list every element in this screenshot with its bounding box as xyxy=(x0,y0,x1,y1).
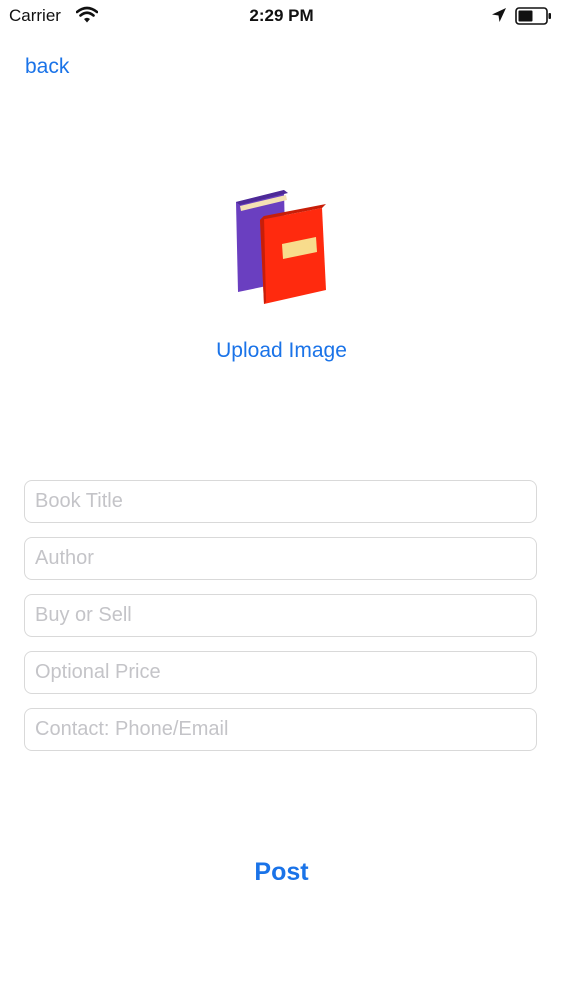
author-field[interactable] xyxy=(24,537,537,580)
price-field[interactable] xyxy=(24,651,537,694)
location-arrow-icon xyxy=(492,8,506,22)
back-button[interactable]: back xyxy=(25,55,69,79)
upload-image-button[interactable]: Upload Image xyxy=(0,339,563,363)
post-button[interactable]: Post xyxy=(0,852,563,892)
buy-or-sell-field[interactable] xyxy=(24,594,537,637)
books-icon[interactable] xyxy=(226,186,336,310)
contact-field[interactable] xyxy=(24,708,537,751)
status-time: 2:29 PM xyxy=(249,6,314,25)
status-bar: Carrier 2:29 PM xyxy=(0,0,563,32)
book-title-field[interactable] xyxy=(24,480,537,523)
battery-icon xyxy=(515,7,551,25)
